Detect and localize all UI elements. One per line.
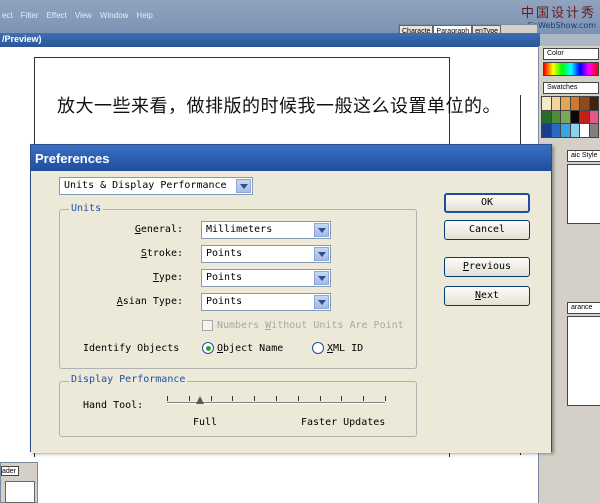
swatch-7[interactable]	[551, 110, 560, 124]
menu-item-object[interactable]: ect	[2, 11, 13, 25]
hand-tool-label: Hand Tool:	[83, 400, 144, 411]
type-units-value: Points	[206, 272, 243, 283]
slider-tick	[297, 396, 299, 401]
slider-min-label: Full	[193, 417, 218, 428]
dialog-title[interactable]: Preferences	[31, 145, 551, 171]
asian-type-units-select[interactable]: Points	[201, 293, 331, 311]
swatch-12[interactable]	[542, 124, 551, 137]
swatch-6[interactable]	[542, 110, 551, 124]
slider-tick	[188, 396, 190, 401]
color-spectrum[interactable]	[543, 62, 599, 76]
bottom-left-panel: ader	[0, 462, 38, 503]
swatch-0[interactable]	[542, 97, 551, 110]
preferences-dialog: Preferences Units & Display Performance …	[30, 144, 552, 453]
object-name-radio[interactable]	[202, 342, 214, 354]
next-button[interactable]: Next	[444, 286, 530, 306]
tab-graphic-styles[interactable]: aic Style	[567, 150, 600, 162]
stroke-label: Stroke:	[140, 248, 183, 259]
general-label: General:	[134, 224, 183, 235]
slider-tick	[254, 396, 256, 401]
swatch-3[interactable]	[570, 97, 579, 110]
numbers-without-units-label: Numbers Without Units Are Point	[217, 320, 404, 331]
stroke-units-select[interactable]: Points	[201, 245, 331, 263]
slider-tick	[167, 396, 168, 401]
xml-id-radio[interactable]	[312, 342, 324, 354]
object-name-label: Object Name	[217, 343, 284, 354]
section-select-value: Units & Display Performance	[64, 180, 227, 191]
swatch-17[interactable]	[589, 124, 598, 137]
units-legend: Units	[69, 203, 104, 214]
appearance-panel	[567, 316, 600, 406]
chevron-down-icon[interactable]	[314, 223, 329, 237]
tab-color[interactable]: Color	[543, 48, 599, 60]
watermark-zh: 中国设计秀	[520, 6, 596, 21]
stroke-units-value: Points	[206, 248, 243, 259]
chevron-down-icon[interactable]	[314, 247, 329, 261]
swatch-15[interactable]	[570, 124, 579, 137]
numbers-without-units-checkbox[interactable]	[202, 320, 213, 331]
dialog-body: Units & Display Performance Units Genera…	[31, 171, 551, 453]
chevron-down-icon[interactable]	[314, 295, 329, 309]
ok-button[interactable]: OK	[444, 193, 530, 213]
swatch-16[interactable]	[580, 124, 589, 137]
swatch-5[interactable]	[589, 97, 598, 110]
graphic-styles-panel	[567, 164, 600, 224]
xml-id-label: XML ID	[327, 343, 364, 354]
swatch-13[interactable]	[551, 124, 560, 137]
swatch-9[interactable]	[570, 110, 579, 124]
general-units-select[interactable]: Millimeters	[201, 221, 331, 239]
cancel-button[interactable]: Cancel	[444, 220, 530, 240]
menu-item-window[interactable]: Window	[100, 11, 128, 25]
identify-objects-label: Identify Objects	[83, 343, 180, 354]
swatch-10[interactable]	[580, 110, 589, 124]
menu-list: ect Filter Effect View Window Help	[0, 11, 153, 25]
document-title: /Preview)	[2, 34, 42, 44]
slider-tick	[363, 396, 365, 401]
section-select[interactable]: Units & Display Performance	[59, 177, 253, 195]
swatch-14[interactable]	[561, 124, 570, 137]
menu-item-view[interactable]: View	[75, 11, 92, 25]
slider-tick	[276, 396, 277, 401]
document-titlebar[interactable]: /Preview)	[0, 33, 540, 47]
slider-tick	[232, 396, 234, 401]
slider-tick	[210, 396, 212, 401]
chevron-down-icon[interactable]	[314, 271, 329, 285]
panel-tab[interactable]: ader	[1, 466, 19, 476]
type-label: Type:	[152, 272, 183, 283]
chevron-down-icon[interactable]	[236, 179, 251, 193]
canvas-text[interactable]: 放大一些来看，做排版的时候我一般这么设置单位的。	[57, 92, 501, 118]
swatch-2[interactable]	[561, 97, 570, 110]
previous-button[interactable]: Previous	[444, 257, 530, 277]
slider-thumb[interactable]	[195, 396, 205, 406]
slider-tick	[341, 396, 343, 401]
slider-max-label: Faster Updates	[301, 417, 386, 428]
panel-content	[5, 481, 35, 503]
display-performance-legend: Display Performance	[69, 374, 188, 385]
asian-type-label: Asian Type:	[116, 296, 183, 307]
swatch-11[interactable]	[589, 110, 598, 124]
swatch-grid[interactable]	[541, 96, 599, 138]
menu-item-effect[interactable]: Effect	[46, 11, 66, 25]
slider-tick	[385, 396, 386, 401]
tab-swatches[interactable]: Swatches	[543, 82, 599, 94]
menu-item-filter[interactable]: Filter	[21, 11, 39, 25]
asian-type-units-value: Points	[206, 296, 243, 307]
type-units-select[interactable]: Points	[201, 269, 331, 287]
general-units-value: Millimeters	[206, 224, 273, 235]
tab-appearance[interactable]: arance	[567, 302, 600, 314]
swatch-8[interactable]	[561, 110, 570, 124]
menu-item-help[interactable]: Help	[136, 11, 152, 25]
swatch-4[interactable]	[580, 97, 589, 110]
slider-tick	[319, 396, 321, 401]
swatch-1[interactable]	[551, 97, 560, 110]
